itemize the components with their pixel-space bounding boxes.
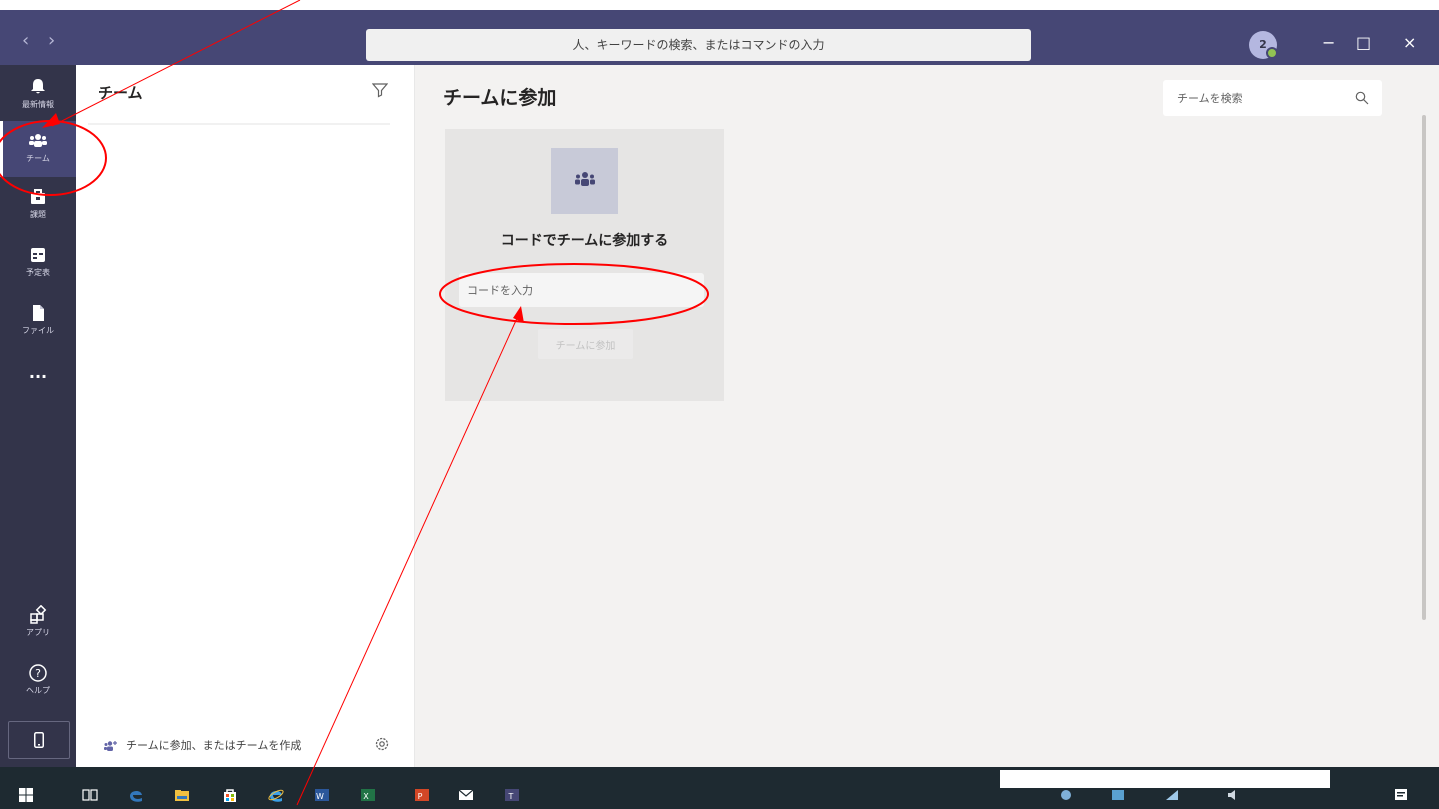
filter-icon[interactable] xyxy=(372,82,388,98)
file-icon xyxy=(33,305,44,321)
calendar-icon xyxy=(31,248,45,262)
maximize-button[interactable]: □ xyxy=(1356,33,1371,52)
svg-text:P: P xyxy=(418,792,423,801)
store-icon[interactable] xyxy=(222,787,238,803)
back-button[interactable]: ‹ xyxy=(22,30,29,51)
card-title: コードでチームに参加する xyxy=(500,233,669,249)
phone-icon xyxy=(34,732,44,748)
assignments-icon xyxy=(31,189,45,204)
close-button[interactable]: × xyxy=(1403,33,1416,52)
teams-list-pane: チーム チームに参加、またはチームを作成 xyxy=(76,65,415,767)
mobile-app-button[interactable] xyxy=(8,721,70,759)
search-icon[interactable] xyxy=(1355,91,1369,105)
team-search-box xyxy=(1163,80,1382,116)
bell-icon xyxy=(31,79,45,94)
svg-text:?: ? xyxy=(35,667,41,680)
task-view-icon[interactable] xyxy=(82,787,98,803)
notification-center-icon[interactable] xyxy=(1393,787,1409,803)
rail-label-help: ヘルプ xyxy=(26,686,50,695)
command-search-box[interactable]: 人、キーワードの検索、またはコマンドの入力 xyxy=(366,29,1031,61)
gear-icon[interactable] xyxy=(374,736,390,752)
team-code-input[interactable] xyxy=(459,273,704,307)
vertical-scrollbar[interactable] xyxy=(1422,115,1426,620)
rail-item-files[interactable]: ファイル xyxy=(0,293,76,349)
rail-label-calendar: 予定表 xyxy=(26,268,50,277)
rail-item-calendar[interactable]: 予定表 xyxy=(0,235,76,291)
teams-pane-title: チーム xyxy=(98,84,143,102)
apps-icon xyxy=(30,605,47,624)
tray-icons[interactable] xyxy=(1058,787,1074,803)
rail-item-help[interactable]: ? ヘルプ xyxy=(0,653,76,709)
excel-icon[interactable]: X xyxy=(360,787,376,803)
page-title: チームに参加 xyxy=(443,87,557,109)
tray-app-icon[interactable] xyxy=(1110,787,1126,803)
rail-item-activity[interactable]: 最新情報 xyxy=(0,67,76,123)
join-or-create-team-link[interactable]: チームに参加、またはチームを作成 xyxy=(104,737,301,753)
windows-start-icon[interactable] xyxy=(18,787,34,803)
join-team-button[interactable]: チームに参加 xyxy=(538,329,633,359)
app-bar: 最新情報 チーム 課題 予定表 ファイル ... アプリ ? ヘルプ xyxy=(0,65,76,767)
file-explorer-icon[interactable] xyxy=(174,787,190,803)
presence-status-icon xyxy=(1266,47,1278,59)
powerpoint-icon[interactable]: P xyxy=(414,787,430,803)
rail-label-files: ファイル xyxy=(22,326,54,335)
edge-icon[interactable] xyxy=(128,787,144,803)
rail-item-more[interactable]: ... xyxy=(0,363,76,393)
mail-icon[interactable] xyxy=(458,787,474,803)
title-bar: ‹ › 人、キーワードの検索、またはコマンドの入力 2 − □ × xyxy=(0,10,1439,65)
teams-taskbar-icon[interactable]: T xyxy=(504,787,520,803)
svg-text:T: T xyxy=(508,792,514,801)
svg-text:X: X xyxy=(363,792,369,801)
teams-pane-divider xyxy=(88,123,390,125)
rail-item-apps[interactable]: アプリ xyxy=(0,595,76,651)
main-content: チームに参加 コードでチームに参加する チームに参加 xyxy=(415,65,1439,767)
rail-label-activity: 最新情報 xyxy=(22,100,54,109)
more-icon: ... xyxy=(28,363,48,382)
volume-icon[interactable] xyxy=(1226,787,1242,803)
teams-icon xyxy=(29,134,47,147)
join-or-create-team-label: チームに参加、またはチームを作成 xyxy=(126,739,302,752)
help-icon: ? xyxy=(29,664,47,682)
rail-label-teams: チーム xyxy=(26,154,50,163)
tray-overlay xyxy=(1000,770,1330,788)
team-search-input[interactable] xyxy=(1163,80,1353,116)
teams-icon xyxy=(575,172,595,186)
word-icon[interactable]: W xyxy=(314,787,330,803)
rail-item-assignments[interactable]: 課題 xyxy=(0,177,76,233)
minimize-button[interactable]: − xyxy=(1322,33,1335,52)
teams-window: ‹ › 人、キーワードの検索、またはコマンドの入力 2 − □ × 最新情報 チ… xyxy=(0,0,1439,809)
card-tile xyxy=(551,148,618,214)
network-icon[interactable] xyxy=(1164,787,1180,803)
rail-item-teams[interactable]: チーム xyxy=(0,121,76,177)
svg-text:W: W xyxy=(316,792,324,801)
teams-add-icon xyxy=(104,741,117,751)
rail-label-assignments: 課題 xyxy=(30,210,46,219)
internet-explorer-icon[interactable] xyxy=(268,787,284,803)
rail-label-apps: アプリ xyxy=(26,628,50,637)
join-with-code-card: コードでチームに参加する チームに参加 xyxy=(445,129,724,401)
forward-button[interactable]: › xyxy=(48,30,55,51)
